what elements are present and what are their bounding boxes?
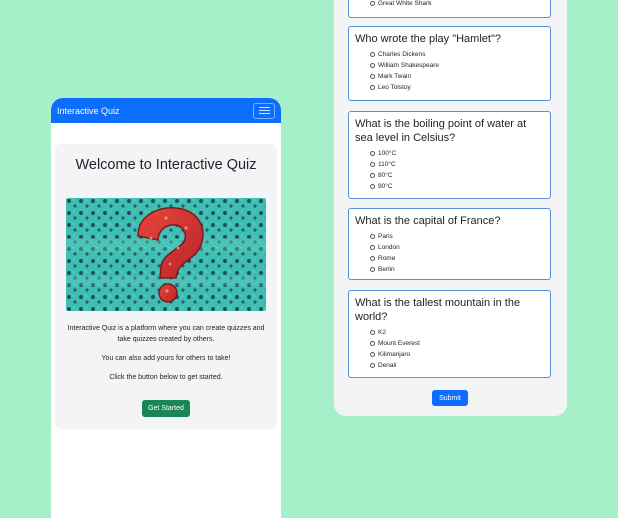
option[interactable]: London <box>355 242 544 253</box>
question-card: What is the capital of France? Paris Lon… <box>348 208 551 280</box>
option[interactable]: 80°C <box>355 170 544 181</box>
option[interactable]: Paris <box>355 231 544 242</box>
option[interactable]: Great White Shark <box>355 0 544 9</box>
option[interactable]: Berlin <box>355 264 544 275</box>
option-label: 90°C <box>378 183 393 190</box>
option[interactable]: 100°C <box>355 148 544 159</box>
intro-paragraph-1: Interactive Quiz is a platform where you… <box>67 325 265 343</box>
radio-button[interactable] <box>370 184 375 189</box>
option[interactable]: Kilimanjaro <box>355 349 544 360</box>
option-label: Paris <box>378 233 393 240</box>
option-label: Mount Everest <box>378 340 420 347</box>
question-title: What is the capital of France? <box>355 215 501 227</box>
option-label: Great White Shark <box>378 0 432 7</box>
question-title: What is the boiling point of water at se… <box>355 118 527 144</box>
intro-paragraph-3: Click the button below to get started. <box>109 373 223 381</box>
radio-button[interactable] <box>370 341 375 346</box>
option[interactable]: Rome <box>355 253 544 264</box>
submit-button[interactable]: Submit <box>432 390 468 406</box>
option[interactable]: William Shakespeare <box>355 60 544 71</box>
option-label: K2 <box>378 329 386 336</box>
radio-button[interactable] <box>370 363 375 368</box>
option-label: Charles Dickens <box>378 51 426 58</box>
get-started-button[interactable]: Get Started <box>142 400 190 417</box>
option[interactable]: Denali <box>355 360 544 371</box>
intro-paragraph-2: You can also add yours for others to tak… <box>101 354 231 362</box>
option-label: Leo Tolstoy <box>378 84 411 91</box>
option[interactable]: Mount Everest <box>355 338 544 349</box>
quiz-screen: Great White Shark Who wrote the play "Ha… <box>334 0 567 416</box>
radio-button[interactable] <box>370 245 375 250</box>
option[interactable]: Leo Tolstoy <box>355 82 544 93</box>
option[interactable]: 110°C <box>355 159 544 170</box>
option[interactable]: Charles Dickens <box>355 49 544 60</box>
radio-button[interactable] <box>370 330 375 335</box>
intro-text: Interactive Quiz is a platform where you… <box>55 324 277 392</box>
radio-button[interactable] <box>370 256 375 261</box>
question-card: What is the tallest mountain in the worl… <box>348 290 551 378</box>
option-label: 80°C <box>378 172 393 179</box>
radio-button[interactable] <box>370 74 375 79</box>
option-label: Kilimanjaro <box>378 351 411 358</box>
radio-button[interactable] <box>370 352 375 357</box>
radio-button[interactable] <box>370 234 375 239</box>
question-title: What is the tallest mountain in the worl… <box>355 297 521 323</box>
option-label: 110°C <box>378 161 396 168</box>
welcome-card: Welcome to Interactive Quiz Interactive … <box>55 144 277 429</box>
option[interactable]: K2 <box>355 327 544 338</box>
radio-button[interactable] <box>370 267 375 272</box>
navbar-brand[interactable]: Interactive Quiz <box>57 106 120 116</box>
radio-button[interactable] <box>370 173 375 178</box>
navbar: Interactive Quiz <box>51 98 281 123</box>
welcome-title: Welcome to Interactive Quiz <box>75 157 257 173</box>
option-label: Berlin <box>378 266 395 273</box>
home-screen: Interactive Quiz Welcome to Interactive … <box>51 98 281 518</box>
option-label: 100°C <box>378 150 397 157</box>
option-label: William Shakespeare <box>378 62 440 69</box>
radio-button[interactable] <box>370 162 375 167</box>
question-card: What is the boiling point of water at se… <box>348 111 551 199</box>
hamburger-icon[interactable] <box>253 102 275 119</box>
option-label: Rome <box>378 255 396 262</box>
option[interactable]: 90°C <box>355 181 544 192</box>
option[interactable]: Mark Twain <box>355 71 544 82</box>
radio-button[interactable] <box>370 52 375 57</box>
option-label: Denali <box>378 362 397 369</box>
question-mark-image <box>66 198 266 311</box>
radio-button[interactable] <box>370 63 375 68</box>
radio-button[interactable] <box>370 85 375 90</box>
radio-button[interactable] <box>370 151 375 156</box>
question-card: Who wrote the play "Hamlet"? Charles Dic… <box>348 26 551 101</box>
option-label: Mark Twain <box>378 73 412 80</box>
option-label: London <box>378 244 400 251</box>
radio-button[interactable] <box>370 1 375 6</box>
question-title: Who wrote the play "Hamlet"? <box>355 33 501 45</box>
question-card-partial: Great White Shark <box>348 0 551 18</box>
